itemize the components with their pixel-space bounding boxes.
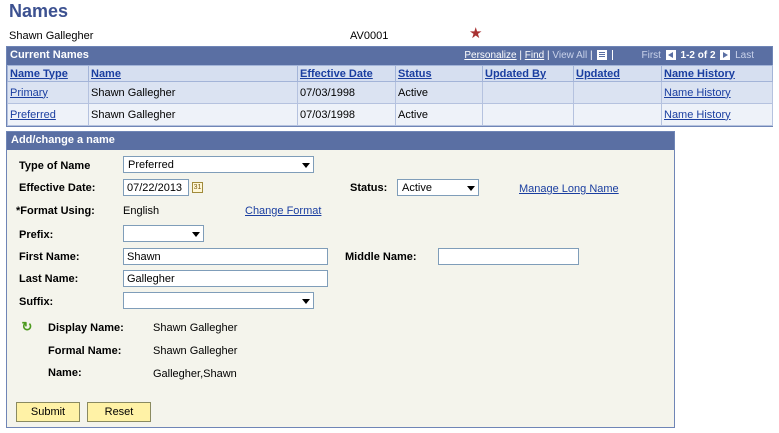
updated-cell [573, 81, 662, 104]
chevron-down-icon [192, 232, 200, 237]
display-name-label: Display Name: [48, 322, 124, 334]
formal-name-value: Shawn Gallegher [153, 345, 238, 357]
name-history-cell: Name History [661, 81, 773, 104]
last-link[interactable]: Last [735, 50, 754, 61]
type-of-name-value: Preferred [128, 159, 174, 171]
calendar-icon[interactable]: 31 [192, 182, 203, 193]
prefix-select[interactable] [123, 225, 204, 242]
first-link[interactable]: First [642, 50, 661, 61]
add-change-name-panel: Add/change a name Type of Name Preferred… [6, 131, 675, 428]
col-status[interactable]: Status [395, 65, 483, 82]
name-type-cell: Primary [7, 81, 89, 104]
chevron-down-icon [302, 299, 310, 304]
display-name-value: Shawn Gallegher [153, 322, 238, 334]
grid-nav: Personalize | Find | View All | First 1-… [464, 50, 754, 107]
current-names-grid: Current Names Personalize | Find | View … [6, 46, 773, 127]
col-updated[interactable]: Updated [573, 65, 662, 82]
status-cell: Active [395, 103, 483, 126]
name-cell: Shawn Gallegher [88, 81, 298, 104]
last-name-value: Gallegher [127, 273, 175, 285]
first-name-value: Shawn [127, 251, 161, 263]
panel-title: Add/change a name [11, 134, 115, 146]
manage-long-name-link[interactable]: Manage Long Name [519, 183, 619, 195]
effective-date-cell: 07/03/1998 [297, 103, 396, 126]
grid-title: Current Names [10, 49, 89, 61]
formal-name-label: Formal Name: [48, 345, 122, 357]
download-icon[interactable] [597, 50, 608, 61]
view-all-link[interactable]: View All [552, 50, 587, 61]
last-name-input[interactable]: Gallegher [123, 270, 328, 287]
col-effective-date[interactable]: Effective Date [297, 65, 396, 82]
star-icon[interactable]: ★ [469, 24, 482, 42]
personalize-link[interactable]: Personalize [464, 50, 516, 61]
suffix-label: Suffix: [19, 296, 54, 308]
updated-by-cell [482, 103, 574, 126]
name-cell: Shawn Gallegher [88, 103, 298, 126]
type-of-name-label: Type of Name [19, 160, 91, 172]
suffix-select[interactable] [123, 292, 314, 309]
format-using-label: *Format Using: [16, 205, 95, 217]
names-table: Name Type Name Effective Date Status Upd… [7, 65, 773, 126]
name-type-link[interactable]: Primary [10, 87, 48, 99]
first-name-label: First Name: [19, 251, 80, 263]
col-updated-by[interactable]: Updated By [482, 65, 574, 82]
person-name: Shawn Gallegher [9, 30, 94, 42]
name-history-link[interactable]: Name History [664, 109, 731, 121]
status-label: Status: [350, 182, 388, 194]
row-range: 1-2 of 2 [680, 50, 716, 61]
format-using-value: English [123, 205, 160, 217]
submit-button[interactable]: Submit [16, 402, 80, 422]
middle-name-label: Middle Name: [345, 251, 417, 263]
type-of-name-select[interactable]: Preferred [123, 156, 314, 173]
col-name-history[interactable]: Name History [661, 65, 773, 82]
next-arrow-icon[interactable] [720, 50, 731, 61]
updated-cell [573, 103, 662, 126]
name-type-link[interactable]: Preferred [10, 109, 56, 121]
effective-date-label: Effective Date: [19, 182, 96, 194]
person-id: AV0001 [350, 30, 389, 42]
effective-date-input[interactable]: 07/22/2013 [123, 179, 189, 196]
panel-title-bar: Add/change a name [7, 132, 674, 150]
effective-date-value: 07/22/2013 [127, 182, 183, 194]
updated-by-cell [482, 81, 574, 104]
chevron-down-icon [467, 186, 475, 191]
last-name-label: Last Name: [19, 273, 79, 285]
name-type-cell: Preferred [7, 103, 89, 126]
prefix-label: Prefix: [19, 229, 54, 241]
refresh-icon[interactable]: ↻ [20, 320, 34, 334]
col-name-type[interactable]: Name Type [7, 65, 89, 82]
status-select[interactable]: Active [397, 179, 479, 196]
status-value: Active [402, 182, 432, 194]
find-link[interactable]: Find [525, 50, 544, 61]
table-row: Primary Shawn Gallegher 07/03/1998 Activ… [7, 81, 773, 104]
middle-name-input[interactable] [438, 248, 579, 265]
name-history-cell: Name History [661, 103, 773, 126]
chevron-down-icon [302, 163, 310, 168]
previous-arrow-icon[interactable] [665, 50, 676, 61]
name-history-link[interactable]: Name History [664, 87, 731, 99]
effective-date-cell: 07/03/1998 [297, 81, 396, 104]
status-cell: Active [395, 81, 483, 104]
col-name[interactable]: Name [88, 65, 298, 82]
change-format-link[interactable]: Change Format [245, 205, 321, 217]
table-row: Preferred Shawn Gallegher 07/03/1998 Act… [7, 103, 773, 126]
grid-title-bar: Current Names Personalize | Find | View … [7, 47, 772, 107]
reset-button[interactable]: Reset [87, 402, 151, 422]
name-label: Name: [48, 367, 82, 379]
divider [612, 50, 614, 61]
name-value: Gallegher,Shawn [153, 368, 237, 380]
first-name-input[interactable]: Shawn [123, 248, 328, 265]
page-title: Names [9, 1, 69, 21]
